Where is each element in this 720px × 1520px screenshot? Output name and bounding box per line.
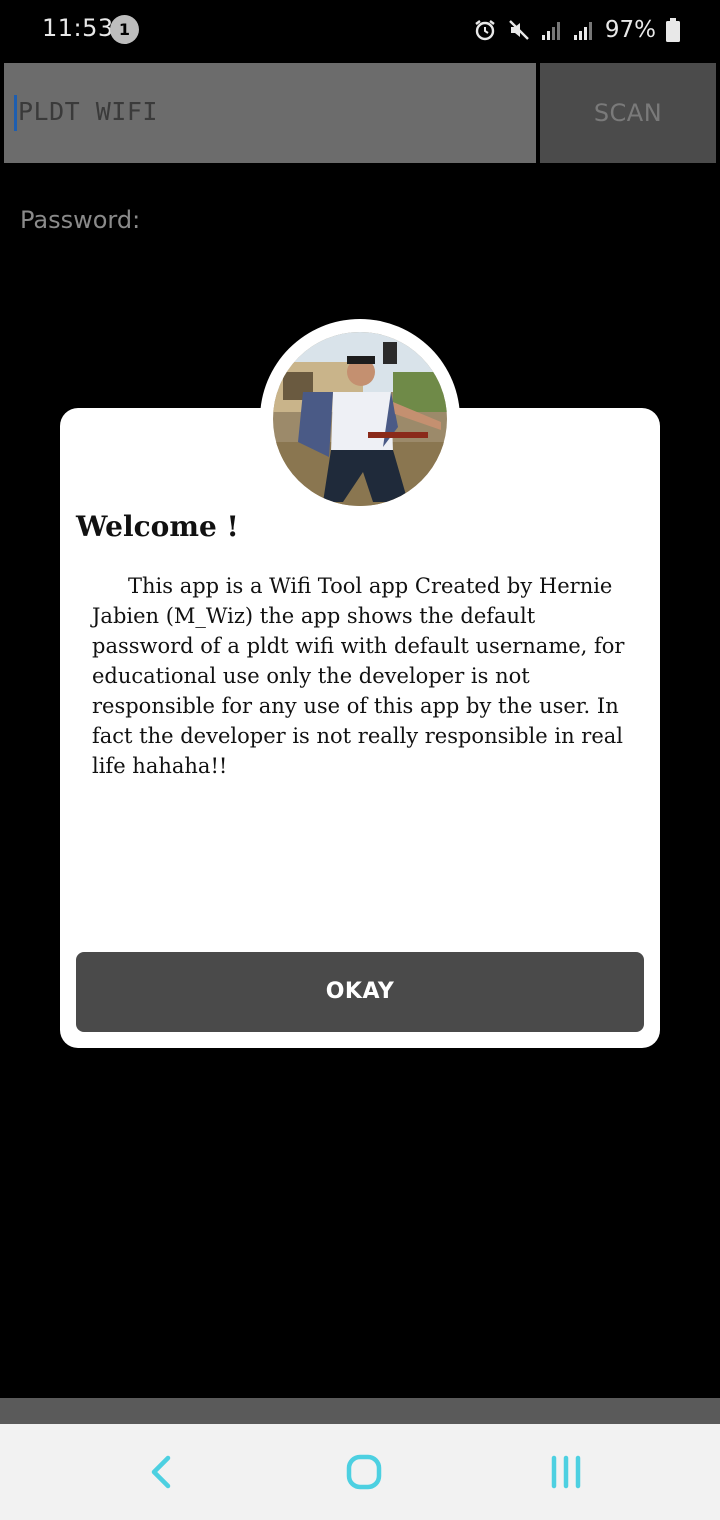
okay-button[interactable]: OKAY [76, 952, 644, 1032]
navigation-bar [0, 1424, 720, 1520]
bottom-strip [0, 1398, 720, 1424]
battery-percentage: 97% [604, 17, 656, 43]
battery-icon [666, 18, 680, 42]
recents-icon [542, 1448, 590, 1496]
mute-icon [507, 18, 531, 42]
dialog-body-text: This app is a Wifi Tool app Created by H… [92, 574, 625, 778]
developer-avatar [273, 332, 447, 506]
password-label: Password: [20, 206, 141, 234]
signal-icon [573, 19, 595, 41]
back-icon [138, 1448, 186, 1496]
home-button[interactable] [340, 1448, 388, 1496]
notification-count-badge: 1 [110, 15, 139, 44]
ssid-input[interactable]: PLDT WIFI [4, 63, 536, 163]
status-bar: 11:53 1 97% [0, 0, 720, 60]
app-screen: 11:53 1 97% PLDT WIFI SCAN Password: Wel… [0, 0, 720, 1520]
scan-button[interactable]: SCAN [540, 63, 716, 163]
status-icons: 97% [473, 14, 680, 46]
recents-button[interactable] [542, 1448, 590, 1496]
back-button[interactable] [138, 1448, 186, 1496]
dialog-title: Welcome ! [76, 510, 239, 543]
status-time: 11:53 [42, 14, 114, 42]
signal-icon [541, 19, 563, 41]
home-icon [340, 1448, 388, 1496]
text-cursor [14, 95, 17, 131]
alarm-icon [473, 18, 497, 42]
ssid-input-value: PLDT WIFI [18, 97, 158, 126]
